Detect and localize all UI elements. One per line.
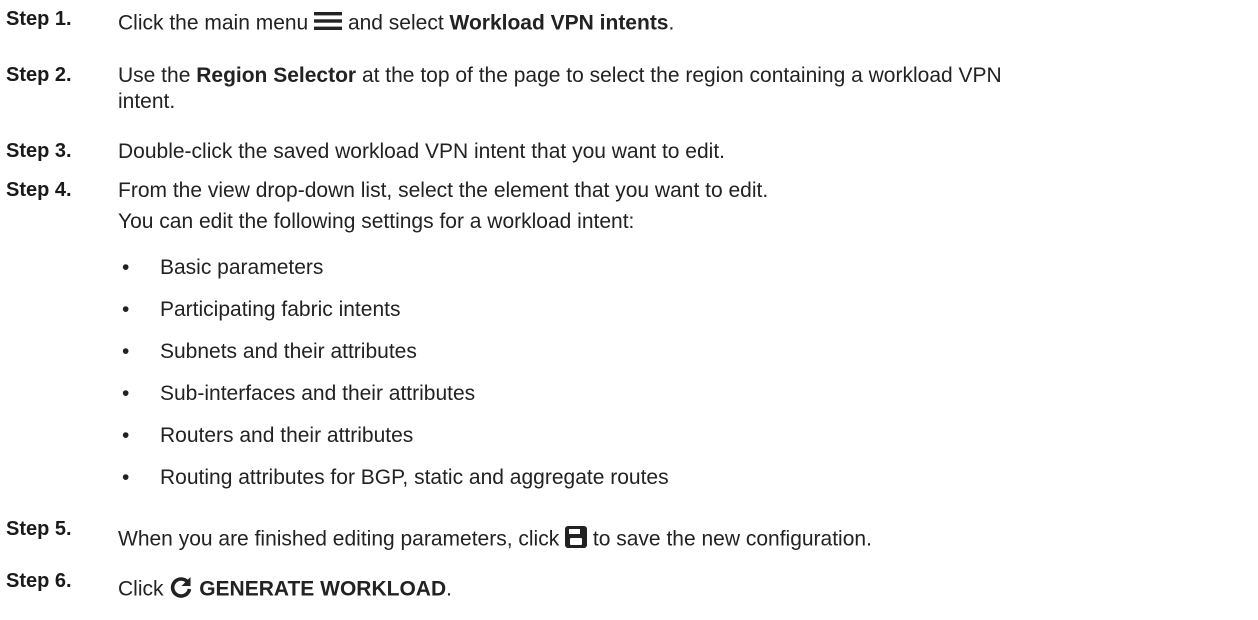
- step-subtext: You can edit the following settings for …: [118, 210, 635, 233]
- step-label: Step 2.: [6, 64, 72, 86]
- bullet-marker: •: [122, 340, 130, 363]
- bullet-marker: •: [122, 466, 130, 489]
- bullet-marker: •: [122, 298, 130, 321]
- step-label: Step 1.: [6, 8, 72, 30]
- step-text: Use the Region Selector at the top of th…: [118, 64, 1002, 87]
- step-text: Click the main menu and select Workload …: [118, 11, 674, 37]
- save-icon: [565, 526, 588, 554]
- step-text-continued: intent.: [118, 90, 176, 113]
- step-label: Step 5.: [6, 518, 72, 540]
- step-label: Step 4.: [6, 179, 72, 201]
- bullet-marker: •: [122, 256, 130, 279]
- refresh-icon: [169, 575, 193, 605]
- step-label: Step 6.: [6, 570, 72, 592]
- step-text: Click GENERATE WORKLOAD.: [118, 575, 452, 605]
- menu-icon: [314, 11, 343, 37]
- step-text: Double-click the saved workload VPN inte…: [118, 140, 725, 163]
- step-text: When you are finished editing parameters…: [118, 526, 872, 554]
- step-text: From the view drop-down list, select the…: [118, 179, 769, 202]
- bullet-marker: •: [122, 382, 130, 405]
- bullet-marker: •: [122, 424, 130, 447]
- step-label: Step 3.: [6, 140, 72, 162]
